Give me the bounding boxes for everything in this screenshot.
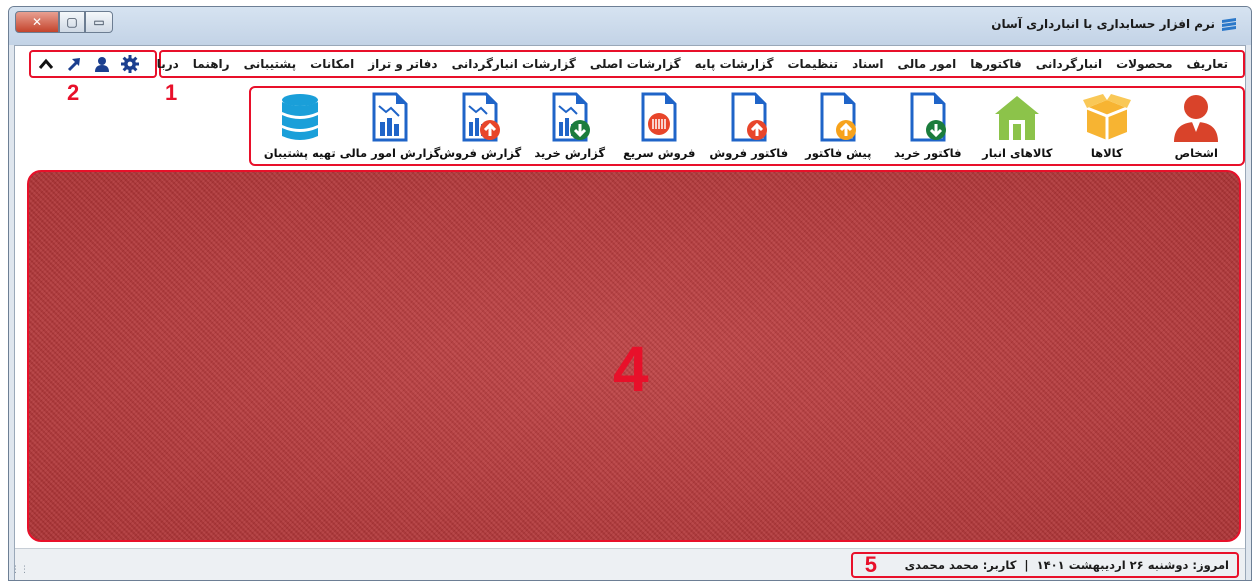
- toolbar-button-proforma[interactable]: پیش فاکتور: [794, 92, 884, 164]
- menu-item-definitions[interactable]: تعاریف: [1180, 57, 1236, 71]
- box-icon: [1082, 94, 1131, 140]
- annotation-marker-5: 5: [864, 552, 877, 577]
- main-menu-bar: تعاریف محصولات انبارگردانی فاکتورها امور…: [127, 50, 1245, 78]
- toolbar-label: گزارش فروش: [439, 146, 522, 160]
- status-date: امروز: دوشنبه ۲۶ اردیبهشت ۱۴۰۱: [1036, 558, 1229, 572]
- annotation-marker-1: 1: [165, 80, 178, 105]
- annotation-marker-4: 4: [613, 333, 649, 405]
- proforma-invoice-icon: [820, 92, 857, 142]
- main-toolbar: اشخاص کالاها کالاهای انبار فاکتور خرید پ…: [249, 86, 1245, 166]
- toolbar-button-sales-report[interactable]: گزارش فروش: [436, 92, 526, 164]
- toolbar-button-quick-sale[interactable]: فروش سریع: [615, 92, 705, 164]
- menu-item-stocktaking[interactable]: انبارگردانی: [1029, 57, 1109, 71]
- app-window: ✕ ▢ ▭ نرم افزار حسابداری با انبارداری آس…: [8, 6, 1252, 581]
- warehouse-icon: [995, 96, 1040, 140]
- maximize-button[interactable]: ▢: [59, 11, 85, 33]
- database-backup-icon: [281, 94, 318, 140]
- menu-item-features[interactable]: امکانات: [303, 57, 361, 71]
- status-separator: |: [1024, 558, 1029, 572]
- menu-item-help[interactable]: راهنما: [186, 57, 237, 71]
- sales-report-icon: [462, 92, 501, 142]
- user-icon[interactable]: [93, 55, 111, 73]
- minimize-button[interactable]: ▭: [85, 11, 113, 33]
- status-bar: امروز: دوشنبه ۲۶ اردیبهشت ۱۴۰۱ | کاربر: …: [11, 548, 1245, 580]
- toolbar-button-persons[interactable]: اشخاص: [1152, 92, 1242, 164]
- status-user: کاربر: محمد محمدی: [904, 558, 1017, 572]
- menu-item-documents[interactable]: اسناد: [845, 57, 890, 71]
- menu-item-stocktaking-reports[interactable]: گزارشات انبارگردانی: [445, 57, 583, 71]
- toolbar-label: تهیه پشتیبان: [263, 146, 336, 160]
- menu-item-basic-reports[interactable]: گزارشات پایه: [688, 57, 781, 71]
- toolbar-label: فاکتور خرید: [894, 146, 962, 160]
- collapse-chevron-icon[interactable]: [37, 55, 55, 73]
- toolbar-button-purchase-invoice[interactable]: فاکتور خرید: [883, 92, 973, 164]
- toolbar-button-warehouse-goods[interactable]: کالاهای انبار: [973, 92, 1063, 164]
- toolbar-label: کالاها: [1090, 146, 1123, 160]
- main-work-area[interactable]: 4: [27, 170, 1241, 542]
- toolbar-label: پیش فاکتور: [805, 146, 872, 160]
- status-info: امروز: دوشنبه ۲۶ اردیبهشت ۱۴۰۱ | کاربر: …: [851, 552, 1239, 578]
- person-icon: [1174, 95, 1219, 142]
- menu-item-invoices[interactable]: فاکتورها: [963, 57, 1029, 71]
- menu-item-settings[interactable]: تنظیمات: [780, 57, 845, 71]
- toolbar-button-purchase-report[interactable]: گزارش خرید: [525, 92, 615, 164]
- toolbar-label: گزارش خرید: [534, 146, 606, 160]
- sales-invoice-icon: [731, 92, 767, 142]
- arrow-up-right-icon[interactable]: [65, 55, 83, 73]
- menu-item-ledgers[interactable]: دفاتر و تراز: [361, 57, 444, 71]
- toolbar-label: کالاهای انبار: [982, 146, 1053, 160]
- menu-item-products[interactable]: محصولات: [1109, 57, 1179, 71]
- quick-sale-barcode-icon: [641, 92, 677, 142]
- toolbar-label: گزارش امور مالی: [339, 146, 441, 160]
- resize-grip-icon[interactable]: ⋮⋮: [11, 566, 29, 579]
- toolbar-button-goods[interactable]: کالاها: [1062, 92, 1152, 164]
- title-bar[interactable]: ✕ ▢ ▭ نرم افزار حسابداری با انبارداری آس…: [9, 7, 1251, 45]
- toolbar-button-sales-invoice[interactable]: فاکتور فروش: [704, 92, 794, 164]
- financial-report-icon: [372, 92, 408, 142]
- settings-gear-icon[interactable]: [121, 55, 139, 73]
- app-logo-icon: [1222, 18, 1236, 31]
- purchase-report-icon: [552, 92, 590, 142]
- quick-access-bar: [29, 50, 157, 78]
- menu-item-support[interactable]: پشتیبانی: [237, 57, 304, 71]
- menu-item-main-reports[interactable]: گزارشات اصلی: [583, 57, 688, 71]
- toolbar-label: فروش سریع: [623, 146, 696, 160]
- purchase-invoice-icon: [910, 92, 946, 142]
- window-title: نرم افزار حسابداری با انبارداری آسان: [991, 17, 1237, 31]
- annotation-marker-2: 2: [67, 80, 80, 105]
- client-area: تعاریف محصولات انبارگردانی فاکتورها امور…: [11, 45, 1246, 580]
- close-button[interactable]: ✕: [15, 11, 59, 33]
- window-controls: ✕ ▢ ▭: [15, 11, 113, 33]
- menu-item-finance[interactable]: امور مالی: [891, 57, 964, 71]
- toolbar-label: فاکتور فروش: [709, 146, 789, 160]
- toolbar-button-financial-report[interactable]: گزارش امور مالی: [340, 92, 440, 164]
- window-title-text: نرم افزار حسابداری با انبارداری آسان: [991, 17, 1215, 31]
- toolbar-button-backup[interactable]: تهیه پشتیبان: [255, 92, 345, 164]
- toolbar-label: اشخاص: [1174, 146, 1218, 160]
